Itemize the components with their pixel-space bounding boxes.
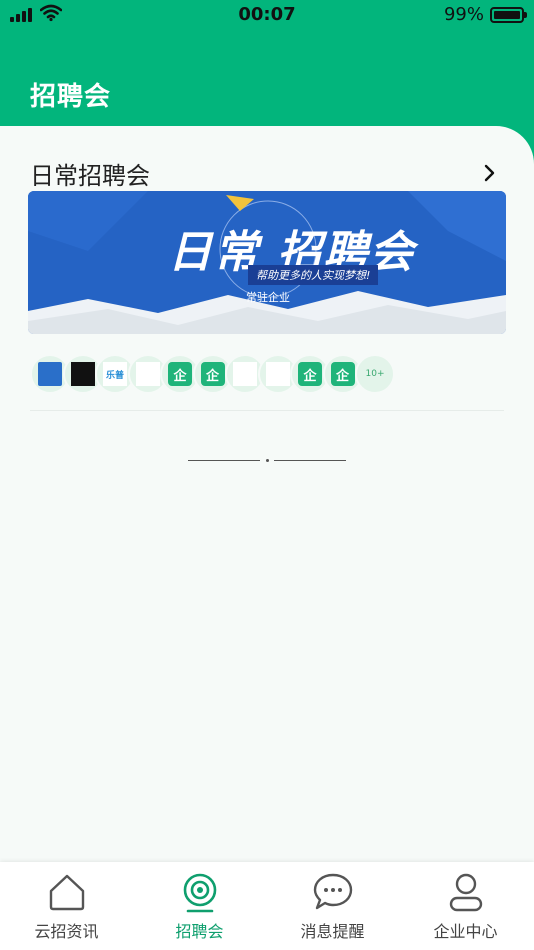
company-enterprise-icon: 企: [200, 362, 225, 386]
company-logo-brand: [233, 362, 257, 386]
tab-messages[interactable]: 消息提醒: [266, 862, 399, 950]
battery-icon: [490, 7, 527, 23]
bottom-tab-bar: 云招资讯 招聘会 消息提醒 企业中心: [0, 862, 534, 950]
end-line-left: [188, 460, 260, 461]
battery-percentage: 99%: [443, 4, 484, 25]
section-title[interactable]: 日常招聘会: [30, 156, 150, 191]
tab-job-fair[interactable]: 招聘会: [133, 862, 266, 950]
tab-enterprise-center[interactable]: 企业中心: [399, 862, 532, 950]
fair-banner[interactable]: 日常 招聘会 帮助更多的人实现梦想! 常驻企业: [28, 191, 506, 334]
home-icon: [49, 874, 84, 911]
banner-caption: 常驻企业: [246, 291, 290, 304]
tab-label: 招聘会: [175, 922, 224, 941]
company-logo-rainbow: [135, 362, 160, 386]
end-line-right: [274, 460, 346, 461]
tab-label: 消息提醒: [300, 922, 365, 941]
company-logo-list[interactable]: 乐普企企企企 10+: [30, 354, 510, 396]
chevron-right-icon[interactable]: [482, 164, 498, 182]
company-enterprise-icon: 企: [330, 362, 355, 386]
divider: [30, 410, 504, 411]
company-logo-blue: [38, 362, 62, 386]
tab-news[interactable]: 云招资讯: [0, 862, 133, 950]
tab-label: 企业中心: [433, 922, 498, 941]
company-enterprise-icon: 企: [168, 362, 192, 386]
status-bar: 00:07 99%: [0, 0, 534, 30]
banner-subtitle: 帮助更多的人实现梦想!: [248, 265, 379, 285]
company-logo-hotel: [265, 362, 290, 386]
chat-icon: [313, 873, 352, 910]
company-logo-black: [70, 362, 95, 386]
more-count: 10+: [365, 369, 385, 379]
tab-label: 云招资讯: [34, 922, 99, 941]
camera-icon: [183, 873, 216, 913]
page-title: 招聘会: [30, 82, 112, 112]
end-dot: [266, 459, 269, 462]
main-content: 日常招聘会 日常 招聘会 帮助更多的人实现梦想! 常驻企业 乐普企企企企 10+: [0, 126, 534, 866]
more-companies-badge[interactable]: 10+: [355, 354, 395, 394]
company-logo-legu: 乐普: [103, 362, 127, 386]
company-enterprise-icon: 企: [298, 362, 322, 386]
user-icon: [449, 873, 482, 912]
